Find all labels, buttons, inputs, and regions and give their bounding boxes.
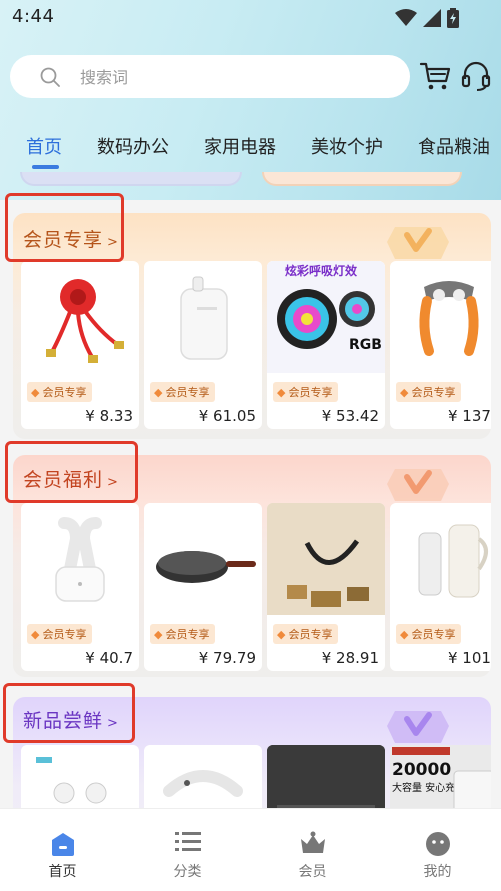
member-tag-label: 会员专享 bbox=[42, 386, 87, 399]
nav-label: 分类 bbox=[173, 864, 202, 880]
product-price: ¥ 8.33 bbox=[85, 407, 133, 425]
product-image-phone-cooler: 炫彩呼吸灯效 RGB bbox=[267, 261, 385, 373]
product-card[interactable]: ◆ 会员专享 ¥ 79.79 bbox=[144, 503, 262, 671]
diamond-icon: ◆ bbox=[31, 385, 40, 399]
home-icon bbox=[51, 833, 74, 856]
product-price: ¥ 79.79 bbox=[198, 649, 256, 667]
member-tag: ◆ 会员专享 bbox=[150, 382, 216, 402]
wifi-icon bbox=[395, 9, 417, 26]
product-image-earbuds bbox=[21, 503, 139, 615]
product-card[interactable]: ◆ 会员专享 ¥ 40.7 bbox=[21, 503, 139, 671]
status-time: 4:44 bbox=[12, 6, 55, 27]
product-image-powerbank bbox=[144, 261, 262, 373]
member-tag: ◆ 会员专享 bbox=[150, 624, 216, 644]
member-tag: ◆ 会员专享 bbox=[27, 624, 93, 644]
product-image-cable bbox=[21, 261, 139, 373]
diamond-icon: ◆ bbox=[154, 627, 163, 641]
vip-badge-icon bbox=[387, 469, 449, 501]
active-tab-indicator bbox=[32, 165, 59, 169]
cellular-signal-icon bbox=[423, 9, 441, 27]
member-tag-label: 会员专享 bbox=[411, 386, 456, 399]
tab-food-grain[interactable]: 食品粮油 bbox=[418, 133, 490, 159]
status-icons bbox=[395, 8, 459, 28]
nav-label: 我的 bbox=[423, 864, 452, 880]
diamond-icon: ◆ bbox=[400, 385, 409, 399]
member-tag-label: 会员专享 bbox=[165, 386, 210, 399]
nav-home[interactable]: 首页 bbox=[0, 809, 125, 891]
member-tag: ◆ 会员专享 bbox=[396, 382, 462, 402]
product-price: ¥ 61.05 bbox=[198, 407, 256, 425]
product-card[interactable]: ◆ 会员专享 ¥ 28.91 bbox=[267, 503, 385, 671]
product-image-caption: 20000 bbox=[392, 760, 451, 780]
vip-badge-icon bbox=[387, 711, 449, 743]
member-tag-label: 会员专享 bbox=[288, 628, 333, 641]
product-price: ¥ 40.7 bbox=[85, 649, 133, 667]
tab-home-appliances[interactable]: 家用电器 bbox=[204, 133, 276, 159]
member-tag-label: 会员专享 bbox=[42, 628, 87, 641]
battery-icon bbox=[447, 8, 459, 28]
vip-badge-icon bbox=[387, 227, 449, 259]
member-tag: ◆ 会员专享 bbox=[27, 382, 93, 402]
member-tag-label: 会员专享 bbox=[288, 386, 333, 399]
diamond-icon: ◆ bbox=[31, 627, 40, 641]
product-card[interactable]: ◆ 会员专享 ¥ 61.05 bbox=[144, 261, 262, 429]
member-tag-label: 会员专享 bbox=[165, 628, 210, 641]
nav-profile[interactable]: 我的 bbox=[375, 809, 500, 891]
product-price: ¥ 137.6 bbox=[448, 407, 491, 425]
member-tag: ◆ 会员专享 bbox=[273, 624, 339, 644]
product-row: ◆ 会员专享 ¥ 8.33 ◆ 会员专享 ¥ 61.05 炫彩呼吸灯效 RGB … bbox=[21, 261, 491, 431]
highlight-box-new bbox=[3, 683, 135, 743]
member-tag: ◆ 会员专享 bbox=[273, 382, 339, 402]
search-icon bbox=[40, 67, 60, 87]
banner-edge-right bbox=[262, 172, 462, 186]
nav-category[interactable]: 分类 bbox=[125, 809, 250, 891]
product-image-caption: 大容量 安心充 bbox=[392, 781, 455, 794]
cart-icon[interactable] bbox=[419, 60, 451, 92]
bottom-navigation: 首页 分类 会员 我的 bbox=[0, 808, 501, 891]
member-tag-label: 会员专享 bbox=[411, 628, 456, 641]
customer-service-icon[interactable] bbox=[460, 60, 492, 92]
product-image-wok bbox=[144, 503, 262, 615]
highlight-box-benefits bbox=[5, 441, 138, 503]
diamond-icon: ◆ bbox=[277, 627, 286, 641]
diamond-icon: ◆ bbox=[277, 385, 286, 399]
search-box[interactable] bbox=[10, 55, 410, 98]
product-price: ¥ 53.42 bbox=[321, 407, 379, 425]
product-image-caption: 炫彩呼吸灯效 bbox=[285, 263, 358, 278]
vip-crown-icon bbox=[300, 831, 325, 853]
highlight-box-vip bbox=[5, 193, 124, 262]
product-price: ¥ 101.4 bbox=[448, 649, 491, 667]
product-card[interactable]: ◆ 会员专享 ¥ 8.33 bbox=[21, 261, 139, 429]
profile-icon bbox=[425, 832, 450, 856]
product-card[interactable]: ◆会员专享 ¥ 101.4 bbox=[390, 503, 491, 671]
product-image-caption: RGB bbox=[349, 337, 382, 353]
product-image-thermos bbox=[390, 503, 491, 615]
status-bar: 4:44 bbox=[0, 0, 501, 36]
tab-beauty-care[interactable]: 美妆个护 bbox=[311, 133, 383, 159]
tab-digital-office[interactable]: 数码办公 bbox=[97, 133, 169, 159]
category-list-icon bbox=[174, 832, 201, 851]
product-image-neckband-headphones bbox=[267, 503, 385, 615]
tab-home[interactable]: 首页 bbox=[26, 133, 62, 159]
banner-edge-left bbox=[20, 172, 242, 186]
diamond-icon: ◆ bbox=[154, 385, 163, 399]
category-tabs: 首页 数码办公 家用电器 美妆个护 食品粮油 bbox=[0, 133, 501, 173]
diamond-icon: ◆ bbox=[400, 627, 409, 641]
product-row: ◆ 会员专享 ¥ 40.7 ◆ 会员专享 ¥ 79.79 ◆ 会员专享 ¥ 28… bbox=[21, 503, 491, 673]
product-price: ¥ 28.91 bbox=[321, 649, 379, 667]
nav-vip[interactable]: 会员 bbox=[250, 809, 375, 891]
product-card[interactable]: ◆会员专享 ¥ 137.6 bbox=[390, 261, 491, 429]
member-tag: ◆ 会员专享 bbox=[396, 624, 462, 644]
product-card[interactable]: 炫彩呼吸灯效 RGB ◆ 会员专享 ¥ 53.42 bbox=[267, 261, 385, 429]
search-input[interactable] bbox=[80, 63, 390, 91]
nav-label: 会员 bbox=[298, 864, 327, 880]
nav-label: 首页 bbox=[48, 864, 77, 880]
product-image-neck-massager bbox=[390, 261, 491, 373]
